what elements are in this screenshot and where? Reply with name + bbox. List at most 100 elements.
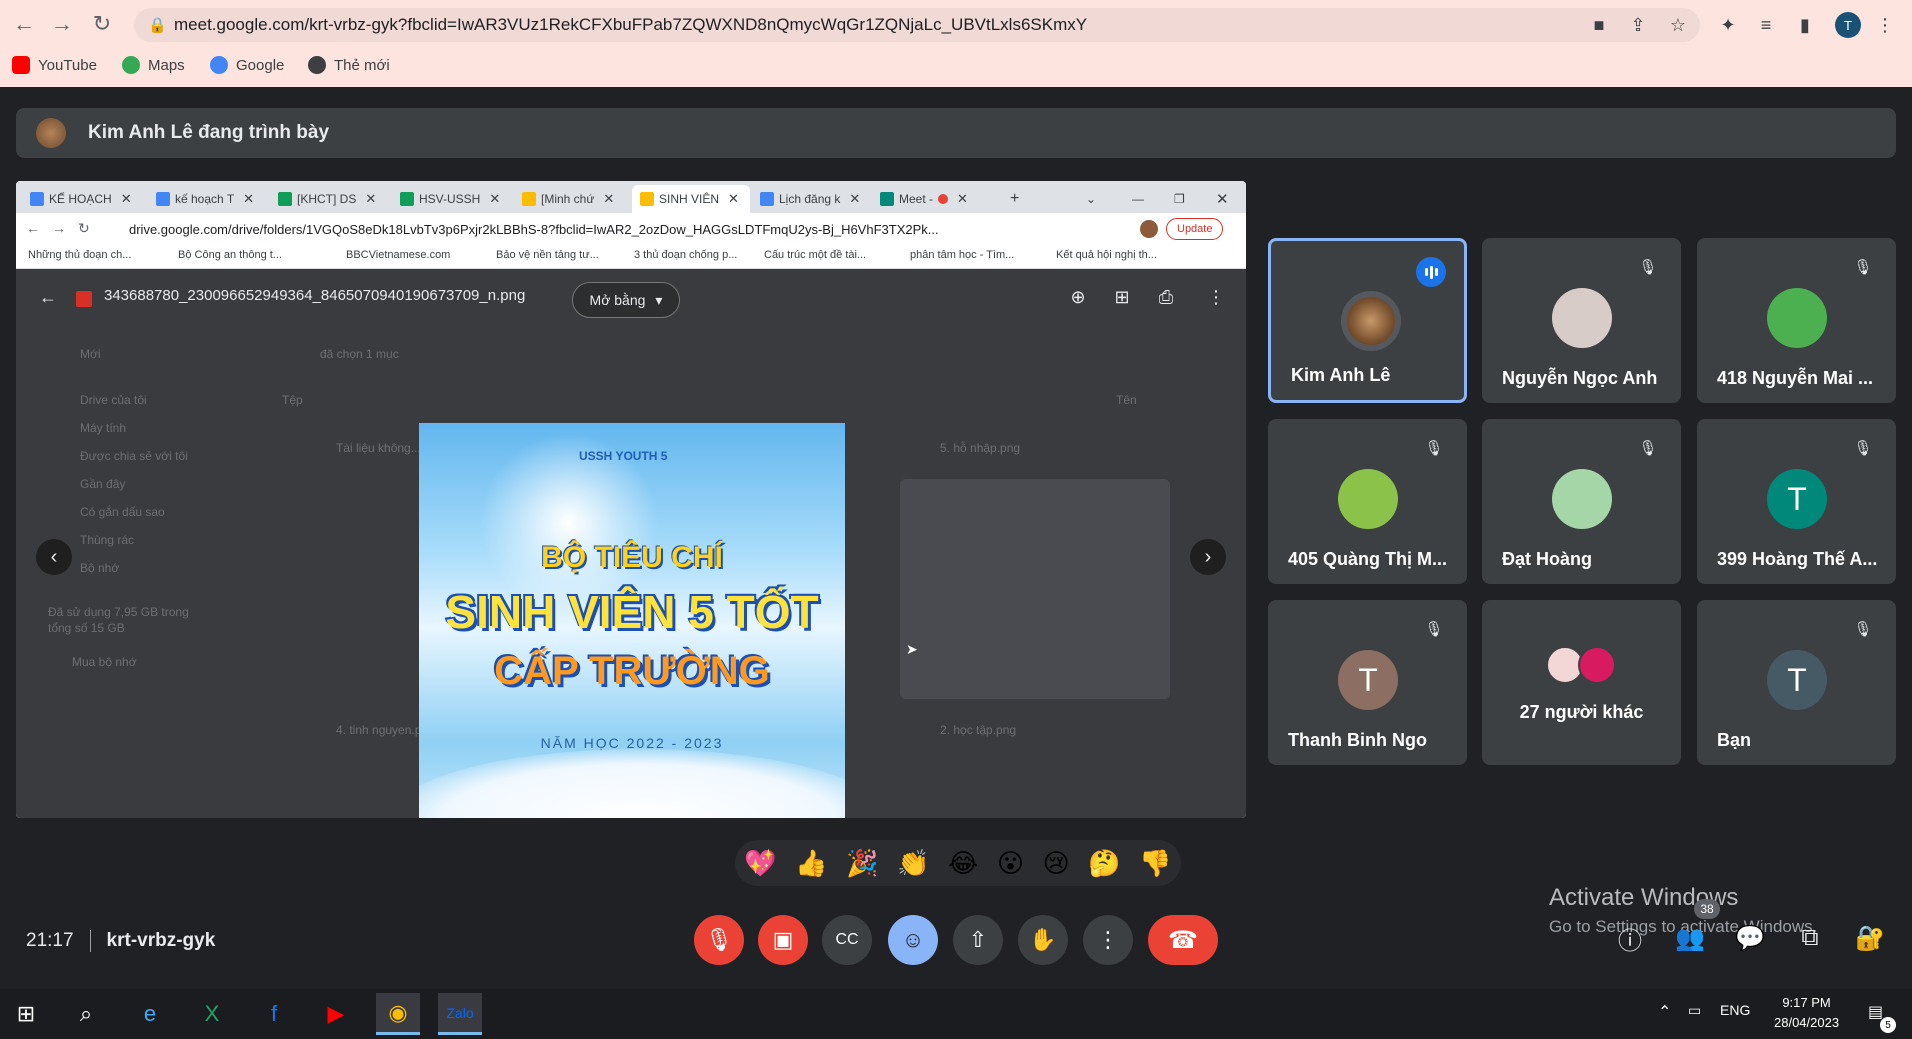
reaction-surprised[interactable]: 😮 — [997, 848, 1024, 879]
forward-icon[interactable]: → — [46, 8, 78, 40]
bg-text: Mới — [80, 347, 101, 361]
globe-icon — [308, 56, 326, 74]
reactions-button[interactable]: ☺ — [888, 915, 938, 965]
excel-icon[interactable]: X — [190, 993, 234, 1035]
maps-icon — [122, 56, 140, 74]
shared-bookmark: Những thủ đoạn ch... — [28, 249, 132, 261]
people-icon[interactable]: 👥 — [1672, 920, 1708, 956]
bg-text: 5. hỗ nhập.png — [940, 441, 1021, 455]
participant-tile[interactable]: Kim Anh Lê — [1268, 238, 1467, 403]
image-file-icon — [76, 291, 92, 307]
edge-icon[interactable]: e — [128, 993, 172, 1035]
bg-text: Bộ nhớ — [80, 561, 120, 575]
search-icon[interactable]: ⌕ — [64, 993, 108, 1035]
bookmark-google[interactable]: Google — [210, 53, 284, 77]
activities-icon[interactable]: ⧉ — [1792, 920, 1828, 956]
participant-tile[interactable]: 🎙 418 Nguyễn Mai ... — [1697, 238, 1896, 403]
present-button[interactable]: ⇧ — [953, 915, 1003, 965]
shared-tab: Meet - ✕ — [880, 185, 1002, 213]
participant-tile[interactable]: 🎙 Đạt Hoàng — [1482, 419, 1681, 584]
shared-address-bar: ← → ↻ drive.google.com/drive/folders/1VG… — [16, 213, 1246, 245]
camera-icon[interactable]: ■ — [1586, 12, 1612, 38]
participant-avatar — [1552, 288, 1612, 348]
presenting-banner: Kim Anh Lê đang trình bày — [16, 108, 1896, 158]
participant-tile[interactable]: T 🎙 Thanh Binh Ngo — [1268, 600, 1467, 765]
star-icon[interactable]: ☆ — [1665, 12, 1691, 38]
bookmark-maps[interactable]: Maps — [122, 53, 185, 77]
system-clock[interactable]: 9:17 PM 28/04/2023 — [1774, 993, 1839, 1033]
participant-name: 418 Nguyễn Mai ... — [1717, 368, 1874, 388]
bg-text: Được chia sẻ với tôi — [80, 449, 188, 463]
shared-tab: KẾ HOẠCH ✕ — [30, 185, 134, 213]
mic-off-icon: 🎙 — [1853, 259, 1873, 276]
participant-tile[interactable]: T 🎙 399 Hoàng Thế A... — [1697, 419, 1896, 584]
share-icon[interactable]: ⇪ — [1625, 12, 1651, 38]
info-icon[interactable]: ⓘ — [1612, 920, 1648, 956]
meet-area: Kim Anh Lê đang trình bày KẾ HOẠCH ✕ kế h… — [0, 87, 1912, 989]
more-icon: ⋮ — [1207, 286, 1225, 307]
battery-icon[interactable]: ▭ — [1688, 1002, 1701, 1019]
reload-icon[interactable]: ↻ — [86, 8, 118, 40]
reaction-thinking[interactable]: 🤔 — [1088, 848, 1120, 879]
bg-text: Máy tính — [80, 421, 127, 435]
bg-thumbnail — [900, 479, 1170, 699]
media-icon[interactable]: ≡ — [1753, 12, 1779, 38]
poster-logo: USSH YOUTH 5 — [579, 449, 668, 463]
more-participants-label: 27 người khác — [1519, 702, 1644, 722]
shared-url: drive.google.com/drive/folders/1VGQoS8eD… — [129, 221, 939, 237]
self-tile[interactable]: T 🎙 Bạn — [1697, 600, 1896, 765]
reaction-laugh[interactable]: 😂 — [948, 848, 978, 879]
youtube-icon[interactable]: ▶ — [314, 993, 358, 1035]
more-participants-tile[interactable]: 27 người khác — [1482, 600, 1681, 765]
participant-name: Kim Anh Lê — [1291, 365, 1391, 385]
more-options-button[interactable]: ⋮ — [1083, 915, 1133, 965]
address-bar[interactable]: 🔒 meet.google.com/krt-vrbz-gyk?fbclid=Iw… — [134, 8, 1700, 42]
end-call-button[interactable]: ☎ — [1148, 915, 1218, 965]
menu-icon[interactable]: ⋮ — [1872, 12, 1898, 38]
participant-tile[interactable]: 🎙 Nguyễn Ngọc Anh — [1482, 238, 1681, 403]
captions-button[interactable]: CC — [822, 915, 872, 965]
bg-text: Thùng rác — [80, 533, 135, 547]
profile-avatar[interactable]: T — [1835, 12, 1861, 38]
drive-icon — [522, 192, 536, 206]
zalo-icon[interactable]: Zalo — [438, 993, 482, 1035]
chat-icon[interactable]: 💬 — [1732, 920, 1768, 956]
participant-avatar — [1552, 469, 1612, 529]
back-icon[interactable]: ← — [8, 8, 40, 40]
bookmark-youtube[interactable]: YouTube — [12, 53, 97, 77]
facebook-icon[interactable]: f — [252, 993, 296, 1035]
reaction-thumbs-up[interactable]: 👍 — [795, 848, 827, 879]
mic-off-icon: 🎙 — [1853, 621, 1873, 638]
participant-avatar — [1338, 469, 1398, 529]
mic-off-button[interactable]: 🎙 — [694, 915, 744, 965]
reaction-party[interactable]: 🎉 — [846, 848, 878, 879]
host-controls-icon[interactable]: 🔐 — [1852, 920, 1888, 956]
meeting-time: 21:17 — [26, 930, 74, 951]
close-icon: ✕ — [489, 191, 501, 206]
chevron-up-icon[interactable]: ⌃ — [1658, 1002, 1671, 1022]
poster-line-3: CẤP TRƯỜNG — [494, 649, 770, 693]
back-arrow-icon: ← — [39, 286, 57, 307]
language-indicator[interactable]: ENG — [1720, 1002, 1750, 1018]
bg-text: Gần đây — [80, 477, 126, 491]
forward-icon: → — [52, 220, 66, 236]
chrome-icon[interactable]: ◉ — [376, 993, 420, 1035]
participant-tile[interactable]: 🎙 405 Quàng Thị M... — [1268, 419, 1467, 584]
clock-date: 28/04/2023 — [1774, 1015, 1840, 1030]
windows-start-icon[interactable]: ⊞ — [4, 993, 48, 1035]
bookmark-new-tab[interactable]: Thẻ mới — [308, 53, 390, 77]
participant-name: Bạn — [1717, 730, 1752, 750]
participant-avatar — [1578, 646, 1616, 684]
raise-hand-button[interactable]: ✋ — [1018, 915, 1068, 965]
reaction-clap[interactable]: 👏 — [897, 848, 929, 879]
back-icon: ← — [26, 220, 40, 236]
reaction-thumbs-down[interactable]: 👎 — [1139, 848, 1171, 879]
reaction-heart[interactable]: 💖 — [744, 848, 776, 879]
extensions-icon[interactable]: ✦ — [1715, 12, 1741, 38]
camera-off-button[interactable]: ▣ — [758, 915, 808, 965]
close-icon: ✕ — [603, 191, 615, 206]
reaction-sad[interactable]: 😢 — [1043, 848, 1070, 879]
close-icon: ✕ — [957, 191, 968, 206]
bg-text: Drive của tôi — [80, 393, 147, 407]
sidepanel-icon[interactable]: ▮ — [1792, 12, 1818, 38]
